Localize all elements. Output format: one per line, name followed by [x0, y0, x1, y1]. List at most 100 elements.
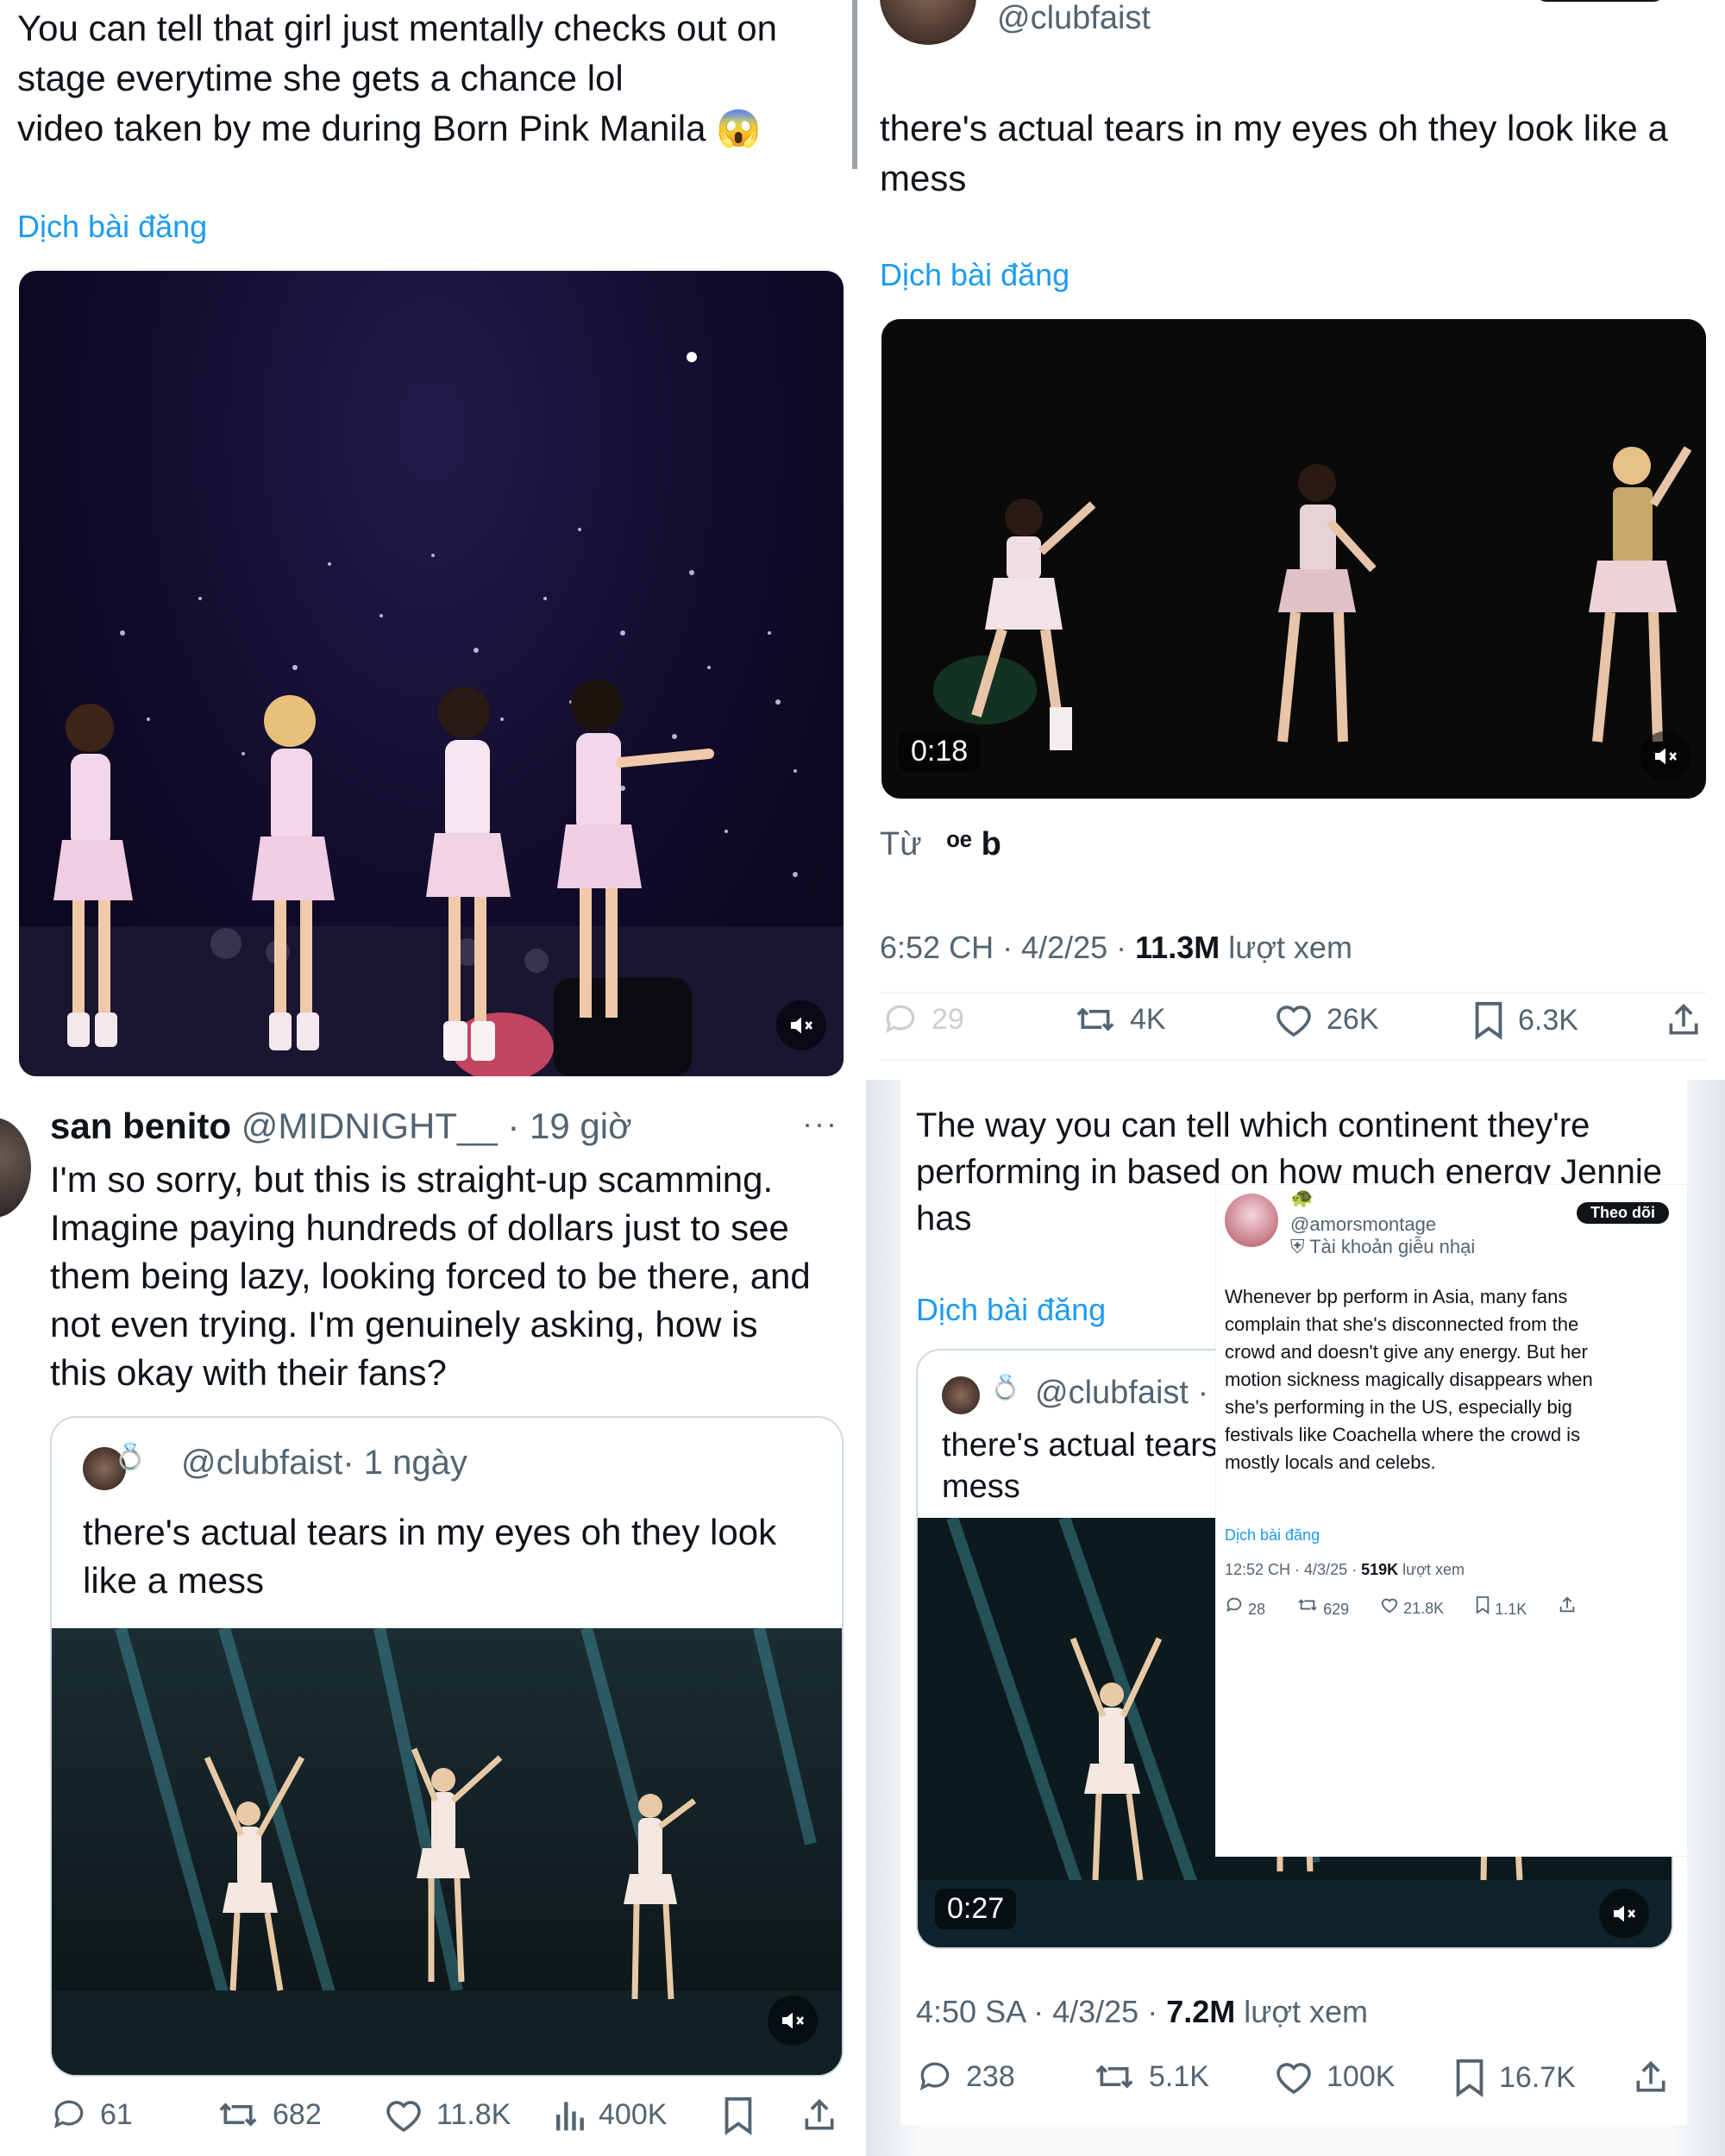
- mute-icon[interactable]: [776, 1000, 826, 1050]
- like-count: 26K: [1327, 1002, 1379, 1036]
- follow-button[interactable]: Theo dõi: [1577, 1202, 1669, 1224]
- concert-video[interactable]: [19, 271, 844, 1076]
- quoted-video[interactable]: [52, 1628, 842, 2075]
- user-handle: @clubfaist: [181, 1444, 343, 1482]
- share-button[interactable]: [1665, 1000, 1703, 1040]
- overlay-text: Whenever bp perform in Asia, many fans c…: [1225, 1283, 1593, 1476]
- overlay-text-line: crowd and doesn't give any energy. But h…: [1225, 1341, 1588, 1363]
- reply-button[interactable]: 238: [916, 2058, 1015, 2096]
- heart-icon: [1276, 1006, 1311, 1037]
- quoted-tweet[interactable]: 💍 @clubfaist· 1 ngày there's actual tear…: [50, 1416, 844, 2077]
- reply-button[interactable]: 28: [1225, 1595, 1265, 1619]
- source-name[interactable]: ᵒᵉ b: [946, 826, 1001, 862]
- repost-icon: [1095, 2065, 1133, 2089]
- translate-post-link[interactable]: Dịch bài đăng: [916, 1292, 1106, 1328]
- avatar[interactable]: [0, 1118, 31, 1218]
- reply-count: 238: [966, 2059, 1015, 2093]
- translate-post-link[interactable]: Dịch bài đăng: [1225, 1526, 1320, 1545]
- video-duration: 0:18: [899, 731, 981, 772]
- like-button[interactable]: 26K: [1273, 1000, 1379, 1038]
- overlay-text-line: complain that she's disconnected from th…: [1225, 1313, 1579, 1335]
- overlay-text-line: she's performing in the US, especially b…: [1225, 1396, 1572, 1418]
- share-button[interactable]: [1632, 2058, 1670, 2097]
- bookmark-button[interactable]: 1.1K: [1475, 1595, 1527, 1619]
- stage-scene: [881, 319, 1706, 799]
- tweet-header: san benito @MIDNIGHT__ · 19 giờ: [50, 1106, 632, 1147]
- overlay-text-line: mostly locals and celebs.: [1225, 1451, 1436, 1473]
- analytics-icon: [555, 2102, 584, 2131]
- translate-post-link[interactable]: Dịch bài đăng: [880, 257, 1070, 293]
- tweet-body: I'm so sorry, but this is straight-up sc…: [50, 1156, 811, 1397]
- like-button[interactable]: 11.8K: [383, 2096, 511, 2134]
- reply-button[interactable]: 29: [881, 1000, 964, 1038]
- bookmark-button[interactable]: 16.7K: [1452, 2058, 1576, 2097]
- tweet-meta: 12:52 CH · 4/3/25 · 519K lượt xem: [1225, 1561, 1465, 1579]
- source-prefix: Từ: [880, 826, 922, 862]
- bookmark-button[interactable]: 6.3K: [1471, 1000, 1578, 1040]
- tweet-text-segment: video taken by me during Born Pink Manil…: [17, 108, 706, 148]
- mute-icon[interactable]: [768, 1996, 818, 2046]
- share-button[interactable]: [800, 2096, 838, 2135]
- display-name[interactable]: san benito: [50, 1106, 231, 1146]
- tweet-text-line: I'm so sorry, but this is straight-up sc…: [50, 1159, 774, 1200]
- tweet-text-line: The way you can tell which continent the…: [916, 1106, 1590, 1144]
- bookmark-count: 6.3K: [1518, 1003, 1578, 1037]
- dancer-figure: [557, 680, 714, 1018]
- like-button[interactable]: 21.8K: [1380, 1596, 1444, 1618]
- repost-button[interactable]: 629: [1296, 1595, 1349, 1619]
- heart-icon: [1382, 1598, 1398, 1614]
- quote-text-line: mess: [942, 1469, 1020, 1505]
- translate-post-link[interactable]: Dịch bài đăng: [17, 209, 207, 245]
- view-count: 7.2M: [1166, 1994, 1236, 2029]
- badge-label: Tài khoản giễu nhại: [1309, 1236, 1476, 1257]
- user-handle: @clubfaist ·: [1035, 1375, 1209, 1411]
- share-icon: [1669, 1003, 1698, 1035]
- user-handle[interactable]: @MIDNIGHT__: [242, 1106, 498, 1146]
- overlay-text-line: Whenever bp perform in Asia, many fans: [1225, 1286, 1568, 1307]
- like-button[interactable]: 100K: [1273, 2058, 1395, 2096]
- repost-button[interactable]: 682: [216, 2096, 322, 2134]
- repost-count: 682: [273, 2097, 322, 2131]
- emoji-screaming: 😱: [716, 108, 762, 148]
- post-time[interactable]: · 19 giờ: [507, 1106, 631, 1146]
- like-count: 11.8K: [436, 2097, 511, 2131]
- heart-icon: [1276, 2063, 1311, 2095]
- user-handle[interactable]: @clubfaist: [997, 0, 1151, 37]
- bookmark-button[interactable]: [721, 2096, 756, 2135]
- repost-button[interactable]: 5.1K: [1092, 2058, 1209, 2096]
- view-count: 519K: [1361, 1561, 1399, 1578]
- avatar[interactable]: [880, 0, 976, 45]
- post-time: · 1 ngày: [342, 1444, 467, 1482]
- timestamp: 12:52 CH · 4/3/25 ·: [1225, 1561, 1362, 1578]
- mute-icon[interactable]: [1640, 731, 1690, 781]
- overlay-tweet[interactable]: 🐢 @amorsmontage ⛨ Tài khoản giễu nhại Th…: [1216, 1185, 1687, 1856]
- repost-count: 5.1K: [1149, 2059, 1209, 2093]
- tweet-text-line: there's actual tears in my eyes oh they …: [880, 108, 1668, 148]
- reply-button[interactable]: 61: [50, 2096, 133, 2134]
- timestamp[interactable]: 6:52 CH · 4/2/25 ·: [880, 930, 1135, 965]
- views-button[interactable]: 400K: [552, 2096, 667, 2134]
- repost-count: 4K: [1130, 1002, 1166, 1036]
- repost-count: 629: [1323, 1601, 1350, 1618]
- shield-icon: ⛨: [1290, 1236, 1310, 1257]
- heart-icon: [386, 2101, 421, 2133]
- share-button[interactable]: [1558, 1595, 1577, 1619]
- follow-button[interactable]: [1535, 0, 1665, 2]
- bookmark-icon: [1456, 2059, 1484, 2097]
- bookmark-icon: [1475, 1001, 1502, 1040]
- like-count: 21.8K: [1403, 1600, 1445, 1617]
- avatar: [942, 1376, 980, 1414]
- reply-count: 61: [100, 2097, 133, 2131]
- repost-button[interactable]: 4K: [1073, 1000, 1166, 1038]
- bookmark-icon: [724, 2096, 752, 2135]
- ring-icon: 💍: [990, 1374, 1020, 1401]
- performance-video[interactable]: 0:18: [881, 319, 1706, 799]
- tweet-text-line: this okay with their fans?: [50, 1352, 447, 1393]
- divider: [880, 992, 1706, 993]
- tweet-text-line: You can tell that girl just mentally che…: [17, 8, 777, 48]
- timestamp[interactable]: 4:50 SA · 4/3/25 ·: [916, 1994, 1166, 2029]
- more-options-icon[interactable]: ···: [802, 1106, 838, 1142]
- parody-badge: ⛨ Tài khoản giễu nhại: [1290, 1233, 1475, 1261]
- mute-icon[interactable]: [1599, 1889, 1649, 1939]
- views-label: lượt xem: [1220, 930, 1352, 965]
